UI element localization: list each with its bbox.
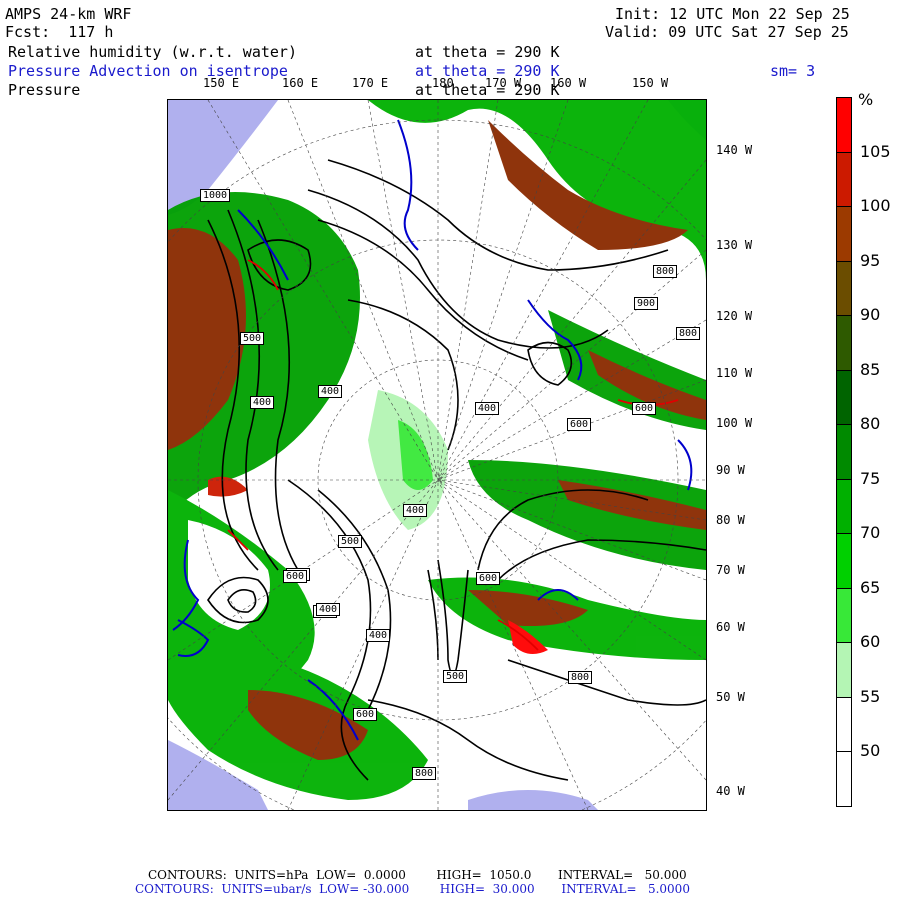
- colorbar-segment: [836, 533, 852, 589]
- colorbar-level-label: 105: [860, 141, 891, 161]
- colorbar-segment: [836, 696, 852, 752]
- pressure-label: 400: [250, 396, 275, 409]
- field-pressure-title: Pressure: [8, 81, 81, 99]
- pressure-label: 1000: [200, 189, 231, 202]
- footer-advection-contours: CONTOURS: UNITS=ubar/s LOW= -30.000 HIGH…: [135, 882, 690, 896]
- lon-label: 80 W: [716, 513, 745, 527]
- lon-label: 60 W: [716, 620, 745, 634]
- colorbar-segment: [836, 151, 852, 207]
- pressure-label: 800: [653, 265, 678, 278]
- colorbar-segment: [836, 587, 852, 643]
- pressure-label: 500: [338, 535, 363, 548]
- pressure-label: 500: [443, 670, 468, 683]
- colorbar-segment: [836, 642, 852, 698]
- lon-label: 100 W: [716, 416, 753, 430]
- lon-label: 120 W: [716, 309, 753, 323]
- model-title: AMPS 24-km WRF: [5, 5, 132, 23]
- colorbar-level-label: 85: [860, 359, 881, 379]
- lon-label: 160 W: [550, 76, 587, 90]
- lon-label: 150 W: [632, 76, 669, 90]
- lon-label: 40 W: [716, 784, 745, 798]
- smoothing-label: sm= 3: [770, 62, 816, 80]
- colorbar-level-label: 55: [860, 686, 881, 706]
- pressure-label: 600: [283, 570, 308, 583]
- field-advection-title: Pressure Advection on isentrope: [8, 62, 288, 80]
- colorbar-segment: [836, 260, 852, 316]
- pressure-label: 400: [316, 603, 341, 616]
- colorbar-level-label: 50: [860, 741, 881, 760]
- pressure-label: 600: [476, 572, 501, 585]
- lon-label: 110 W: [716, 366, 753, 380]
- colorbar-level-label: 100: [860, 196, 891, 215]
- colorbar-level-label: 70: [860, 523, 881, 542]
- lon-label: 130 W: [716, 238, 753, 252]
- lon-label: 70 W: [716, 563, 745, 577]
- colorbar-segment: [836, 369, 852, 425]
- pressure-label: 600: [567, 418, 592, 431]
- valid-time: Valid: 09 UTC Sat 27 Sep 25: [605, 23, 849, 41]
- lon-label: 170 E: [352, 76, 389, 90]
- colorbar-segment: [836, 424, 852, 480]
- lon-label: 90 W: [716, 463, 745, 477]
- colorbar-segment: [836, 97, 852, 153]
- forecast-hour: Fcst: 117 h: [5, 23, 114, 41]
- lon-label: 50 W: [716, 690, 745, 704]
- colorbar-level-label: 75: [860, 468, 881, 488]
- colorbar-unit: %: [858, 90, 874, 109]
- colorbar-level-label: 60: [860, 632, 881, 651]
- pressure-label: 600: [353, 708, 378, 721]
- field-rh-level: at theta = 290 K: [415, 43, 560, 61]
- pressure-label: 400: [475, 402, 500, 415]
- map-graphic: [168, 100, 706, 810]
- pressure-label: 800: [676, 327, 701, 340]
- footer-pressure-contours: CONTOURS: UNITS=hPa LOW= 0.0000 HIGH= 10…: [148, 868, 687, 882]
- map-panel: 1000 500 400 400 400 800 900 800 600 600…: [167, 99, 707, 811]
- lon-label: 140 W: [716, 143, 753, 157]
- pressure-label: 600: [632, 402, 657, 415]
- colorbar-level-label: 65: [860, 577, 881, 597]
- init-time: Init: 12 UTC Mon 22 Sep 25: [615, 5, 850, 23]
- lon-label: 170 W: [485, 76, 522, 90]
- colorbar-segment: [836, 315, 852, 371]
- colorbar-level-label: 95: [860, 250, 881, 270]
- lon-label: 150 E: [203, 76, 240, 90]
- colorbar-segment: [836, 206, 852, 262]
- colorbar-segment: [836, 751, 852, 807]
- pressure-label: 900: [634, 297, 659, 310]
- lon-label: 180: [432, 76, 454, 90]
- pressure-label: 400: [403, 504, 428, 517]
- lon-label: 160 E: [282, 76, 319, 90]
- field-rh-title: Relative humidity (w.r.t. water): [8, 43, 297, 61]
- pressure-label: 800: [412, 767, 437, 780]
- pressure-label: 400: [366, 629, 391, 642]
- colorbar-segment: [836, 478, 852, 534]
- pressure-label: 500: [240, 332, 265, 345]
- pressure-label: 800: [568, 671, 593, 684]
- colorbar-level-label: 90: [860, 305, 881, 324]
- colorbar-level-label: 80: [860, 414, 881, 433]
- pressure-label: 400: [318, 385, 343, 398]
